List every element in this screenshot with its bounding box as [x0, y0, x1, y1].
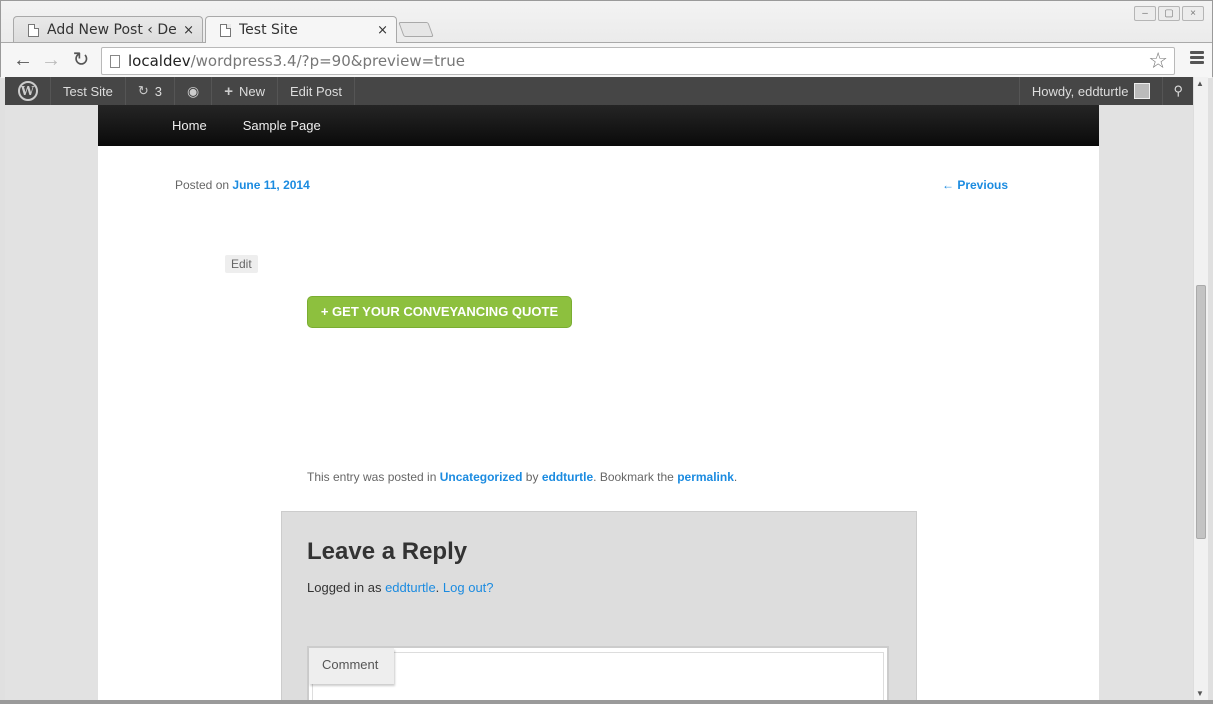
primary-menu: Home Sample Page	[98, 105, 1099, 146]
scroll-up-icon[interactable]: ▲	[1196, 79, 1204, 88]
reply-title: Leave a Reply	[307, 538, 468, 565]
comment-bubble-icon: ◉	[187, 82, 200, 99]
conveyancing-quote-button[interactable]: + GET YOUR CONVEYANCING QUOTE	[307, 296, 572, 328]
wordpress-logo-icon: W	[17, 81, 38, 101]
reload-icon[interactable]: ↻	[69, 48, 93, 72]
posted-on-label: Posted on	[175, 178, 230, 192]
site-page: Home Sample Page Posted on June 11, 2014…	[98, 105, 1099, 700]
page-icon	[220, 23, 231, 37]
admin-new[interactable]: + New	[212, 77, 278, 105]
browser-chrome: Add New Post ‹ Desig × Test Site × – ▢ ×…	[0, 0, 1213, 78]
logged-in-as: Logged in as eddturtle. Log out?	[307, 580, 494, 595]
comment-form-field: Comment	[307, 646, 889, 700]
vertical-scrollbar[interactable]: ▲ ▼	[1193, 77, 1208, 700]
tab-title: Test Site	[239, 22, 298, 38]
tab-add-new-post[interactable]: Add New Post ‹ Desig ×	[13, 16, 203, 43]
maximize-button[interactable]: ▢	[1158, 6, 1180, 21]
admin-comments[interactable]: ◉	[175, 77, 213, 105]
menu-item-home[interactable]: Home	[166, 118, 213, 133]
new-tab-button[interactable]	[398, 22, 434, 37]
profile-link[interactable]: eddturtle	[385, 580, 436, 595]
page-viewport: W Test Site ↻ 3 ◉ + New Edit Post Howdy,…	[5, 77, 1193, 700]
bookmark-star-icon[interactable]: ☆	[1148, 49, 1168, 74]
post-date-link[interactable]: June 11, 2014	[232, 178, 309, 192]
edit-post-link[interactable]: Edit	[225, 255, 258, 273]
wp-logo-menu[interactable]: W	[5, 77, 51, 105]
close-icon[interactable]: ×	[183, 23, 194, 38]
footer-prefix: This entry was posted in	[307, 470, 437, 484]
url-host: localdev	[128, 52, 191, 70]
comment-respond: Leave a Reply Logged in as eddturtle. Lo…	[281, 511, 917, 700]
chrome-menu-icon[interactable]	[1190, 51, 1204, 66]
page-icon	[110, 54, 120, 68]
plus-icon: +	[224, 82, 233, 100]
tab-test-site[interactable]: Test Site ×	[205, 16, 397, 43]
logout-link[interactable]: Log out?	[443, 580, 494, 595]
footer-suffix: .	[733, 470, 738, 484]
page-icon	[28, 23, 39, 37]
updates-count: 3	[154, 83, 162, 99]
tab-title: Add New Post ‹ Desig	[47, 22, 177, 38]
category-link[interactable]: Uncategorized	[440, 470, 523, 484]
comment-textarea[interactable]	[312, 652, 884, 700]
forward-arrow-icon[interactable]: →	[39, 48, 63, 72]
previous-post-link[interactable]: ← Previous	[942, 178, 1008, 192]
admin-edit-post[interactable]: Edit Post	[278, 77, 356, 105]
admin-site-name[interactable]: Test Site	[51, 77, 126, 105]
address-bar[interactable]: localdev/wordpress3.4/?p=90&preview=true…	[101, 47, 1175, 75]
logged-in-label: Logged in as	[307, 580, 382, 595]
window-controls: – ▢ ×	[1134, 6, 1204, 21]
browser-toolbar: ← → ↻ localdev/wordpress3.4/?p=90&previe…	[1, 42, 1212, 78]
scrollbar-thumb[interactable]	[1196, 285, 1206, 539]
entry-meta: Posted on June 11, 2014	[175, 178, 310, 192]
entry-footer: This entry was posted in Uncategorized b…	[307, 470, 737, 484]
admin-bar-right: Howdy, eddturtle ⚲	[1018, 77, 1193, 105]
wp-admin-bar: W Test Site ↻ 3 ◉ + New Edit Post Howdy,…	[5, 77, 1193, 105]
author-link[interactable]: eddturtle	[542, 470, 593, 484]
minimize-button[interactable]: –	[1134, 6, 1156, 21]
menu-item-sample-page[interactable]: Sample Page	[237, 118, 327, 133]
updates-icon: ↻	[137, 83, 149, 98]
close-icon[interactable]: ×	[377, 23, 388, 38]
close-window-button[interactable]: ×	[1182, 6, 1204, 21]
footer-bookmark: . Bookmark the	[593, 470, 674, 484]
scroll-down-icon[interactable]: ▼	[1196, 689, 1204, 698]
admin-updates[interactable]: ↻ 3	[126, 77, 175, 105]
tab-strip: Add New Post ‹ Desig × Test Site × – ▢ ×	[1, 1, 1212, 43]
url-path: /wordpress3.4/?p=90&preview=true	[190, 52, 465, 70]
footer-by: by	[525, 470, 539, 484]
new-label: New	[238, 83, 265, 99]
back-arrow-icon[interactable]: ←	[11, 48, 35, 72]
comment-label: Comment	[309, 648, 394, 684]
admin-search-icon[interactable]: ⚲	[1162, 77, 1193, 105]
avatar	[1134, 83, 1151, 99]
admin-account[interactable]: Howdy, eddturtle	[1018, 77, 1163, 105]
permalink-link[interactable]: permalink	[677, 470, 734, 484]
howdy-label: Howdy, eddturtle	[1031, 83, 1129, 99]
window-border	[0, 700, 1213, 704]
